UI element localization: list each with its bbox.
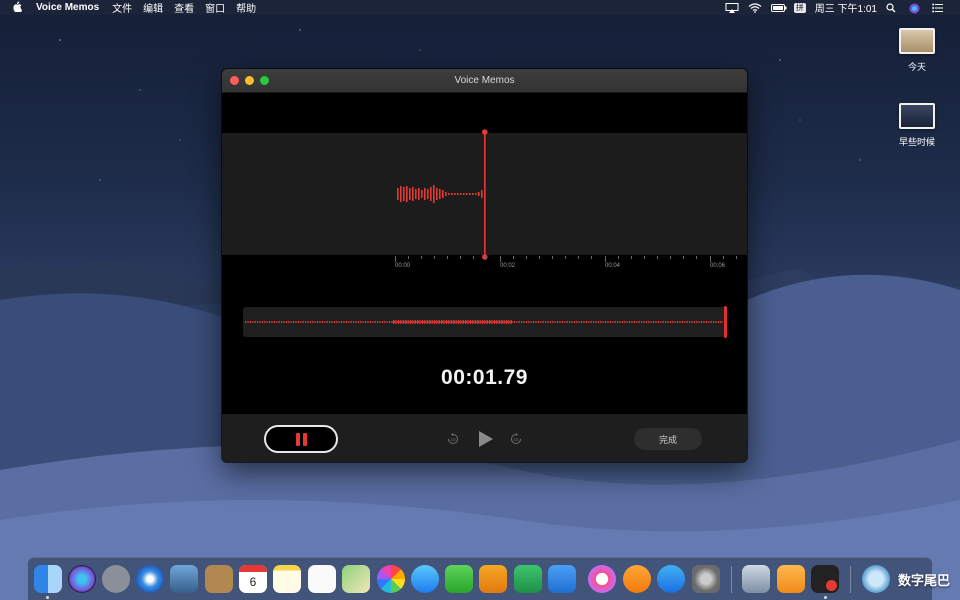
notification-center-icon[interactable]	[932, 3, 946, 13]
pause-icon	[295, 432, 300, 446]
menu-edit[interactable]: 编辑	[143, 0, 163, 15]
wifi-icon[interactable]	[748, 2, 762, 13]
menubar-clock[interactable]: 周三 下午1:01	[815, 0, 877, 15]
tick-label: 00:06	[710, 263, 726, 269]
itunes-icon[interactable]	[588, 565, 616, 593]
skip-back-icon[interactable]: 15	[447, 433, 459, 445]
apple-menu-icon[interactable]	[12, 0, 24, 15]
battery-icon[interactable]	[770, 3, 787, 13]
minimize-window-button[interactable]	[245, 76, 254, 85]
photos-icon[interactable]	[377, 565, 405, 593]
pages-icon[interactable]	[479, 565, 507, 593]
system-preferences-icon[interactable]	[692, 565, 720, 593]
notes-icon[interactable]	[273, 565, 301, 593]
image-thumbnail-icon	[899, 103, 935, 129]
siri-icon[interactable]	[68, 565, 96, 593]
desktop-icon-label: 早些时候	[898, 137, 935, 147]
spotlight-search-icon[interactable]	[886, 2, 900, 13]
voice-memos-icon[interactable]	[811, 565, 839, 593]
desktop-icon-today[interactable]: 今天	[887, 28, 947, 73]
launchpad-icon[interactable]	[102, 565, 130, 593]
desktop-icon-label: 今天	[907, 62, 926, 72]
photo-viewer-icon[interactable]	[742, 565, 770, 593]
downloads-stack-icon[interactable]	[862, 565, 890, 593]
input-method-icon[interactable]: 拼	[793, 2, 806, 13]
tick-label: 00:04	[605, 263, 621, 269]
contacts-icon[interactable]	[205, 565, 233, 593]
done-button[interactable]: 完成	[634, 428, 702, 450]
tick-label: 00:00	[395, 263, 411, 269]
desktop-icon-earlier[interactable]: 早些时候	[887, 103, 947, 148]
preview-icon[interactable]	[170, 565, 198, 593]
home-icon[interactable]	[777, 565, 805, 593]
overview-playhead[interactable]	[724, 306, 727, 338]
watermark: 数字尾巴	[898, 573, 951, 588]
safari-icon[interactable]	[136, 565, 164, 593]
app-menu[interactable]: Voice Memos	[36, 2, 99, 13]
running-indicator	[46, 596, 49, 599]
messages-icon[interactable]	[411, 565, 439, 593]
calendar-icon[interactable]: 6	[239, 565, 267, 593]
waveform-detail	[397, 129, 488, 260]
playhead-top-handle[interactable]	[482, 129, 488, 135]
dock-separator	[731, 566, 732, 593]
timeline-ruler: 00:00 00:02 00:04 00:06	[222, 256, 747, 274]
numbers-icon[interactable]	[514, 565, 542, 593]
airplay-icon[interactable]	[725, 2, 739, 13]
overview-scrubber[interactable]	[243, 306, 727, 338]
menu-help[interactable]: 帮助	[236, 0, 256, 15]
zoom-window-button[interactable]	[260, 76, 269, 85]
play-icon[interactable]	[478, 430, 494, 448]
ibooks-icon[interactable]	[623, 565, 651, 593]
calendar-day: 6	[249, 575, 257, 589]
elapsed-time: 00:01.79	[441, 366, 528, 389]
app-store-icon[interactable]	[657, 565, 685, 593]
running-indicator	[824, 596, 827, 599]
keynote-icon[interactable]	[548, 565, 576, 593]
siri-icon[interactable]	[909, 3, 923, 13]
reminders-icon[interactable]	[308, 565, 336, 593]
close-window-button[interactable]	[230, 76, 239, 85]
svg-text:15: 15	[450, 437, 456, 442]
dock: 6	[28, 557, 932, 600]
svg-text:15: 15	[513, 437, 519, 442]
finder-icon[interactable]	[34, 565, 62, 593]
voice-memos-window: Voice Memos 00:00 00:02 00:04 00:06 00:0…	[222, 69, 747, 462]
playhead-line[interactable]	[484, 132, 486, 257]
window-titlebar[interactable]: Voice Memos	[222, 69, 747, 93]
control-bar: 15 15 完成	[222, 414, 747, 462]
skip-forward-icon[interactable]: 15	[510, 433, 522, 445]
window-title: Voice Memos	[454, 75, 515, 86]
image-thumbnail-icon	[899, 28, 935, 54]
pause-record-button[interactable]	[264, 425, 338, 453]
dock-separator	[850, 566, 851, 593]
menu-bar: Voice Memos 文件 编辑 查看 窗口 帮助 拼 周三 下午1:01	[0, 0, 960, 15]
menu-view[interactable]: 查看	[174, 0, 194, 15]
maps-icon[interactable]	[342, 565, 370, 593]
facetime-icon[interactable]	[445, 565, 473, 593]
menu-window[interactable]: 窗口	[205, 0, 225, 15]
menu-file[interactable]: 文件	[112, 0, 132, 15]
tick-label: 00:02	[500, 263, 516, 269]
